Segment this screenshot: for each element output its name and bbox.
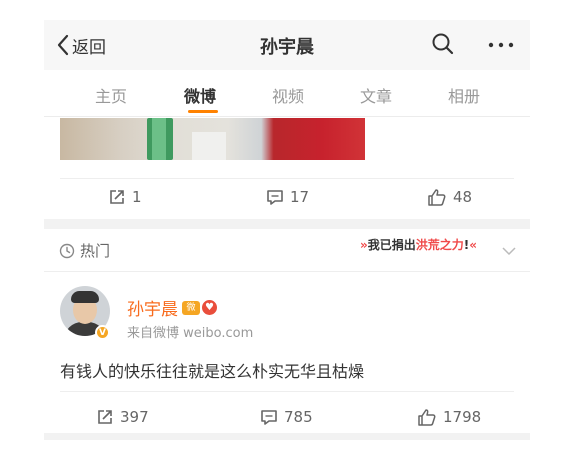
post-source: 来自微博 weibo.com [127,326,254,341]
promo-prefix: 我已捐出 [367,238,416,252]
like-button[interactable]: 1798 [417,408,481,426]
post-image[interactable] [60,118,365,160]
promo-arrow-left: » [360,238,368,252]
comment-button[interactable]: 785 [260,408,313,426]
section-gap [44,219,530,229]
like-icon [428,189,446,206]
clock-icon [59,243,75,258]
author-name: 孙宇晨 [127,300,178,320]
verified-badge: V [95,325,110,340]
promo-banner[interactable]: »我已捐出洪荒之力!« [360,236,477,253]
hot-section-header: 热门 »我已捐出洪荒之力!« [44,229,530,269]
search-icon [432,33,454,55]
member-badge-icon: 微 [182,300,200,315]
avatar-hair [71,291,99,303]
repost-count: 1 [132,188,142,206]
comment-icon [261,410,277,425]
like-count: 1798 [443,408,482,426]
repost-count: 397 [120,408,149,426]
chevron-down-icon[interactable] [502,246,516,256]
page-title: 孙宇晨 [260,37,314,58]
divider [44,271,530,272]
tab-home[interactable]: 主页 [95,83,127,107]
tab-weibo[interactable]: 微博 [184,83,216,107]
promo-arrow-right: « [469,238,478,252]
divider [60,391,514,392]
repost-button[interactable]: 1 [108,188,142,206]
like-icon [418,409,436,426]
like-count: 48 [453,188,473,206]
comment-count: 17 [290,188,310,206]
hot-label-text: 热门 [80,242,111,260]
repost-icon [98,410,112,424]
hot-label: 热门 [59,240,110,261]
active-tab-indicator [188,110,218,113]
promo-highlight: 洪荒之力 [415,238,464,252]
tab-album[interactable]: 相册 [448,83,480,107]
tab-articles[interactable]: 文章 [360,83,392,107]
more-icon [488,42,514,48]
cup-shape [192,132,226,160]
comment-icon [267,190,283,205]
more-button[interactable] [488,35,514,59]
repost-icon [110,190,124,204]
section-gap [44,433,530,440]
top-nav-bar: 返回 孙宇晨 [44,20,530,70]
repost-button[interactable]: 397 [96,408,149,426]
bottle-highlight [152,118,166,160]
author-name-row[interactable]: 孙宇晨 微 ♥ [127,295,217,320]
search-button[interactable] [431,32,455,60]
comment-button[interactable]: 17 [266,188,309,206]
post-text[interactable]: 有钱人的快乐往往就是这么朴实无华且枯燥 [60,358,364,382]
comment-count: 785 [284,408,313,426]
fan-badge-icon: ♥ [202,300,217,315]
divider [44,116,530,117]
like-button[interactable]: 48 [427,188,472,206]
post1-action-bar: 1 17 48 [44,176,530,220]
profile-tabs: 主页 微博 视频 文章 相册 [44,70,530,116]
tab-video[interactable]: 视频 [272,83,304,107]
weibo-profile-screen: 返回 孙宇晨 主页 微博 视频 文章 相册 1 17 48 热门 »我已捐出洪荒… [44,20,530,440]
